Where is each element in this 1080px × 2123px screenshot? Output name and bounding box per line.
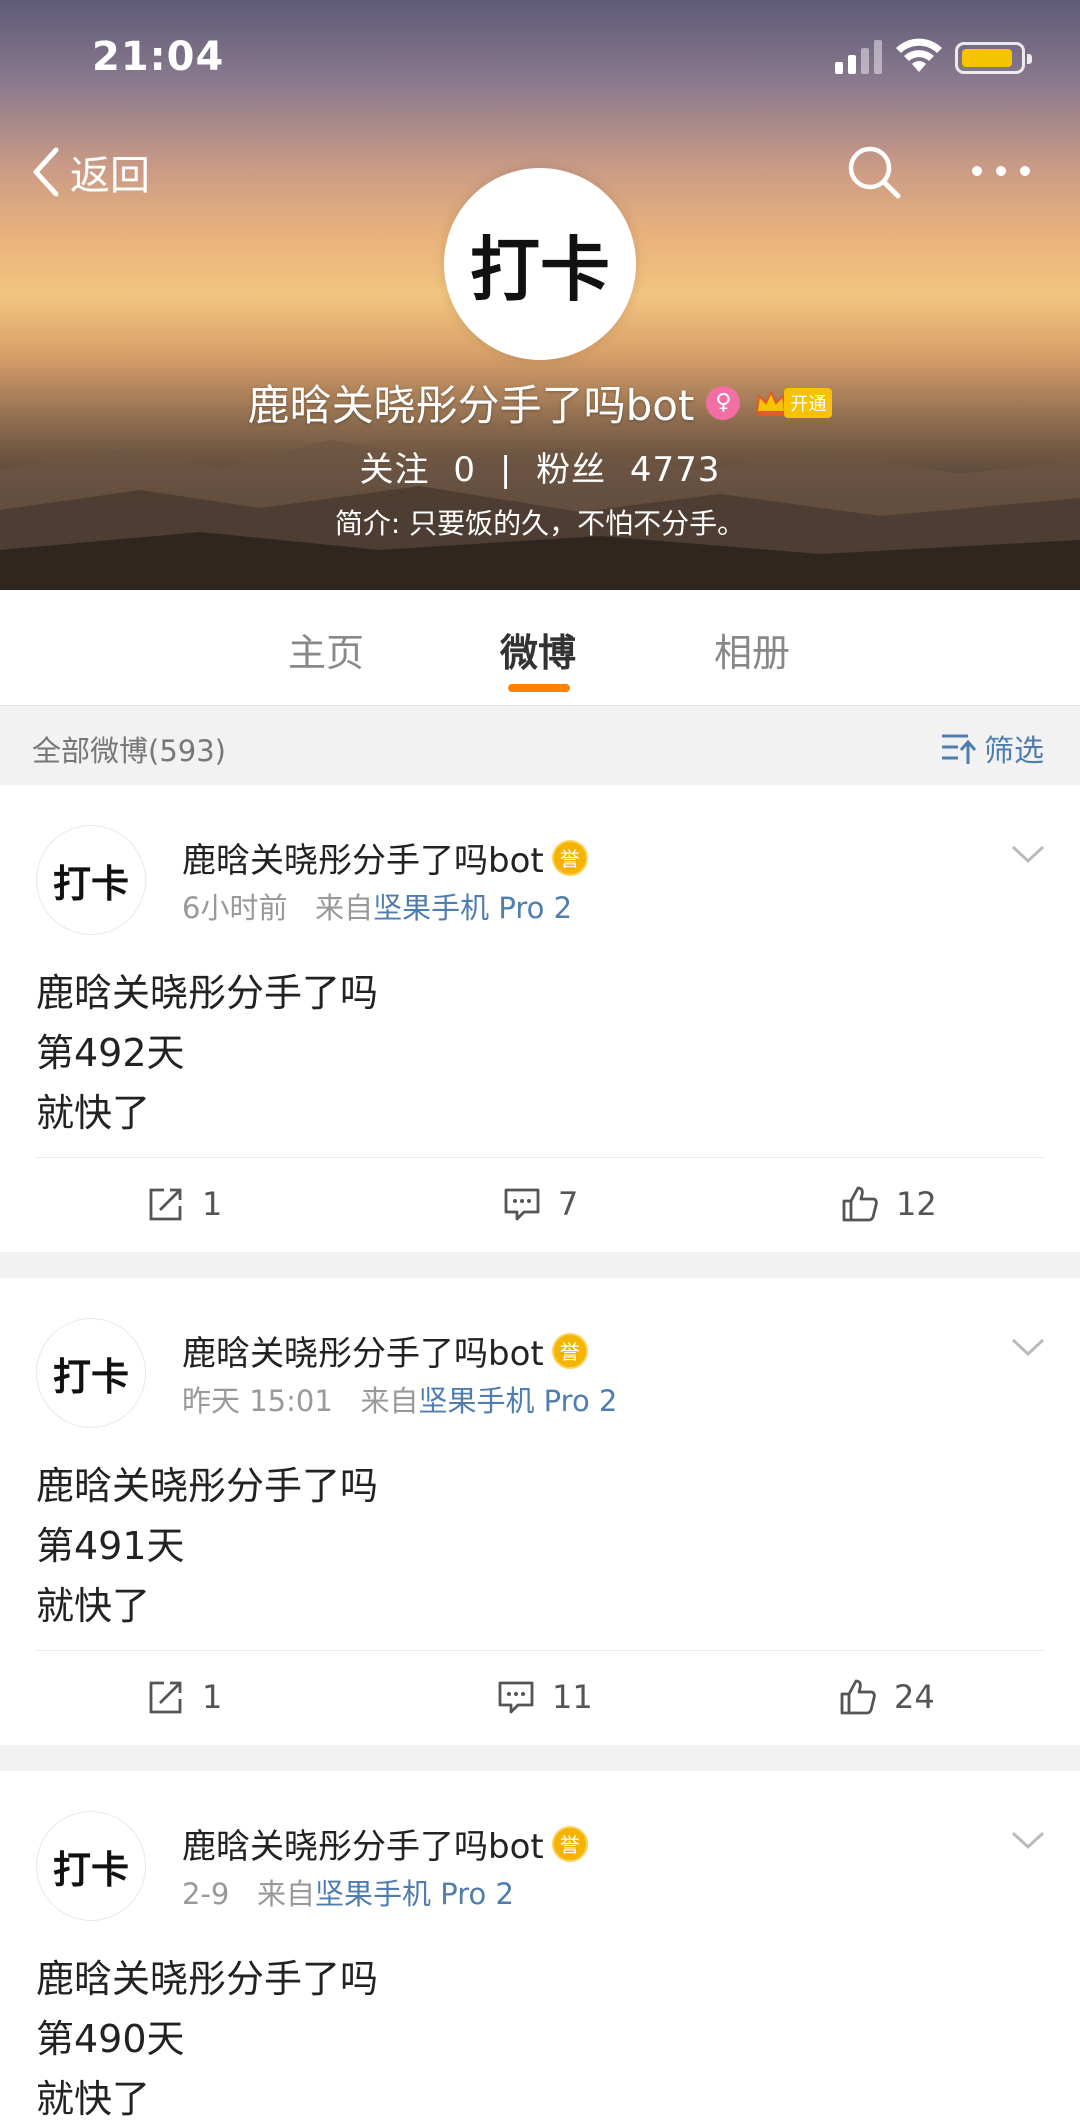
chevron-down-icon[interactable]: [1010, 1336, 1046, 1358]
post-time: 2-9: [182, 1877, 230, 1911]
post-content-line: 就快了: [36, 1091, 151, 1135]
post-content: 鹿晗关晓彤分手了吗 第492天 就快了: [36, 963, 378, 1143]
all-posts-count: 全部微博(593): [32, 734, 226, 768]
search-icon[interactable]: [846, 144, 902, 200]
repost-count: 1: [202, 1185, 223, 1223]
post-time: 6小时前: [182, 891, 288, 925]
post-author-row: 鹿晗关晓彤分手了吗bot 誉: [182, 833, 588, 882]
thumbs-up-icon: [842, 1186, 878, 1222]
post-meta: 6小时前 来自坚果手机 Pro 2: [182, 885, 572, 927]
comment-icon: [504, 1188, 540, 1221]
post-content-line: 鹿晗关晓彤分手了吗: [36, 971, 379, 1015]
battery-icon: [955, 42, 1032, 74]
tab-weibo[interactable]: 微博: [500, 622, 576, 677]
followers-label[interactable]: 粉丝: [536, 450, 606, 490]
crown-icon: [756, 389, 787, 416]
post-content: 鹿晗关晓彤分手了吗 第491天 就快了: [36, 1456, 378, 1636]
post-author[interactable]: 鹿晗关晓彤分手了吗bot: [182, 833, 544, 882]
filter-bar: 全部微博(593) 筛选: [0, 705, 1080, 785]
like-button[interactable]: 12: [840, 1184, 937, 1224]
stats-separator: |: [499, 450, 513, 490]
member-badge-icon: 誉: [551, 1332, 588, 1369]
post-content-line: 第491天: [36, 1524, 185, 1568]
comment-count: 7: [558, 1185, 579, 1223]
tab-active-indicator: [508, 684, 570, 692]
post-divider: [36, 1157, 1044, 1158]
comment-button[interactable]: 11: [496, 1677, 593, 1717]
comment-count: 11: [552, 1678, 593, 1716]
post-actions: 1 11 24: [0, 1653, 1080, 1743]
vip-badge[interactable]: 开通: [754, 387, 833, 418]
profile-bio: 简介: 只要饭的久，不怕不分手。: [334, 507, 746, 540]
post-divider: [36, 1650, 1044, 1651]
post-actions: 1 7 12: [0, 1160, 1080, 1250]
post-source[interactable]: 坚果手机 Pro 2: [418, 1384, 617, 1418]
more-options-icon[interactable]: [970, 156, 1032, 186]
post-author[interactable]: 鹿晗关晓彤分手了吗bot: [182, 1326, 544, 1375]
post-content-line: 就快了: [36, 2077, 151, 2121]
post-meta: 昨天 15:01 来自坚果手机 Pro 2: [182, 1378, 617, 1420]
post-card[interactable]: 打卡 鹿晗关晓彤分手了吗bot 誉 6小时前 来自坚果手机 Pro 2 鹿晗关晓…: [0, 785, 1080, 1252]
chevron-down-icon[interactable]: [1010, 1829, 1046, 1851]
profile-name-row: 鹿晗关晓彤分手了吗bot ♀ 开通: [0, 372, 1080, 433]
profile-avatar[interactable]: 打卡: [444, 168, 636, 360]
comment-button[interactable]: 7: [502, 1184, 578, 1224]
member-badge-icon: 誉: [551, 839, 588, 876]
status-bar: 21:04: [0, 0, 1080, 110]
chevron-left-icon: [33, 147, 59, 197]
following-count[interactable]: 0: [453, 450, 476, 490]
comment-icon: [498, 1681, 534, 1714]
profile-tabs: 主页 微博 相册: [0, 590, 1080, 705]
repost-icon: [149, 1188, 182, 1221]
filter-button[interactable]: 筛选: [940, 726, 1044, 770]
post-content-line: 鹿晗关晓彤分手了吗: [36, 1464, 379, 1508]
cellular-signal-icon: [835, 40, 882, 74]
chevron-down-icon[interactable]: [1010, 843, 1046, 865]
following-label[interactable]: 关注: [360, 450, 430, 490]
like-button[interactable]: 24: [838, 1677, 935, 1717]
post-from-label: 来自: [257, 1877, 316, 1911]
post-source[interactable]: 坚果手机 Pro 2: [373, 891, 572, 925]
repost-button[interactable]: 1: [146, 1677, 222, 1717]
back-button[interactable]: 返回: [28, 142, 150, 202]
post-avatar[interactable]: 打卡: [36, 825, 146, 935]
filter-icon: [942, 734, 977, 764]
female-icon: ♀: [706, 385, 741, 420]
post-card[interactable]: 打卡 鹿晗关晓彤分手了吗bot 誉 昨天 15:01 来自坚果手机 Pro 2 …: [0, 1278, 1080, 1745]
post-content: 鹿晗关晓彤分手了吗 第490天 就快了: [36, 1949, 378, 2123]
followers-count[interactable]: 4773: [630, 450, 721, 490]
post-author-row: 鹿晗关晓彤分手了吗bot 誉: [182, 1326, 588, 1375]
profile-stats: 关注 0 | 粉丝 4773: [0, 442, 1080, 491]
post-avatar[interactable]: 打卡: [36, 1318, 146, 1428]
filter-label: 筛选: [984, 734, 1044, 769]
post-content-line: 第492天: [36, 1031, 185, 1075]
like-count: 24: [894, 1678, 935, 1716]
wifi-icon: [896, 38, 942, 72]
post-meta: 2-9 来自坚果手机 Pro 2: [182, 1871, 514, 1913]
post-content-line: 第490天: [36, 2017, 185, 2061]
profile-header: 21:04 返回 打卡 鹿晗关晓彤分手了吗bot ♀ 开通 关注 0 | 粉丝 …: [0, 0, 1080, 590]
status-time: 21:04: [92, 34, 225, 80]
post-from-label: 来自: [360, 1384, 419, 1418]
post-content-line: 就快了: [36, 1584, 151, 1628]
member-badge-icon: 誉: [551, 1825, 588, 1862]
vip-label: 开通: [784, 387, 833, 418]
post-author[interactable]: 鹿晗关晓彤分手了吗bot: [182, 1819, 544, 1868]
tab-album[interactable]: 相册: [714, 622, 790, 677]
thumbs-up-icon: [840, 1679, 876, 1715]
like-count: 12: [896, 1185, 937, 1223]
post-content-line: 鹿晗关晓彤分手了吗: [36, 1957, 379, 2001]
post-card[interactable]: 打卡 鹿晗关晓彤分手了吗bot 誉 2-9 来自坚果手机 Pro 2 鹿晗关晓彤…: [0, 1771, 1080, 2123]
back-label: 返回: [70, 153, 150, 199]
repost-icon: [149, 1681, 182, 1714]
repost-button[interactable]: 1: [146, 1184, 222, 1224]
post-source[interactable]: 坚果手机 Pro 2: [315, 1877, 514, 1911]
profile-name: 鹿晗关晓彤分手了吗bot: [247, 381, 695, 430]
post-from-label: 来自: [315, 891, 374, 925]
tab-home[interactable]: 主页: [288, 622, 364, 677]
post-time: 昨天 15:01: [182, 1384, 333, 1418]
post-author-row: 鹿晗关晓彤分手了吗bot 誉: [182, 1819, 588, 1868]
repost-count: 1: [202, 1678, 223, 1716]
post-avatar[interactable]: 打卡: [36, 1811, 146, 1921]
